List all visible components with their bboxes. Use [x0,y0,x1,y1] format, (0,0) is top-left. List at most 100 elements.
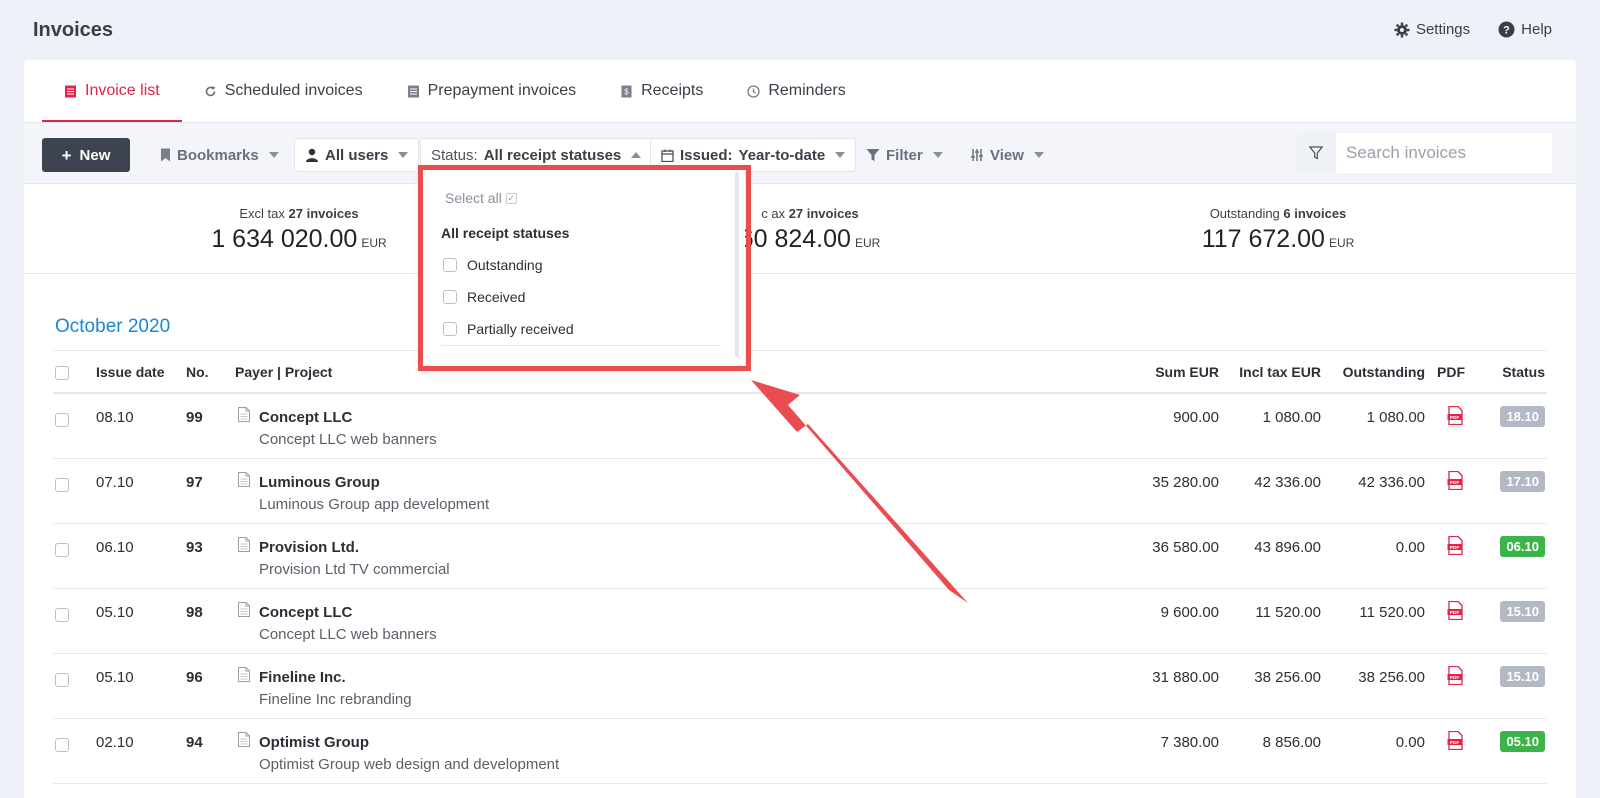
document-icon [238,537,250,552]
header-outstanding[interactable]: Outstanding [1343,364,1425,380]
invoice-number[interactable]: 93 [186,539,203,556]
summary-currency: EUR [361,236,387,250]
search-box [1296,133,1552,173]
payer-project-cell[interactable]: Concept LLC Concept LLC web banners [259,604,437,643]
invoice-number[interactable]: 96 [186,669,203,686]
row-checkbox[interactable] [55,738,69,752]
table-row[interactable]: 07.10 97 Luminous Group Luminous Group app … [53,459,1547,524]
checkbox[interactable] [443,290,457,304]
row-checkbox[interactable] [55,413,69,427]
issued-dropdown[interactable]: Issued: Year-to-date [650,138,857,172]
users-label: All users [325,146,389,164]
invoice-number[interactable]: 97 [186,474,203,491]
table-row[interactable]: 05.10 96 Fineline Inc. Fineline Inc rebrand… [53,654,1547,719]
header-payer-project[interactable]: Payer | Project [235,364,332,380]
table-row[interactable]: 08.10 99 Concept LLC Concept LLC web banner… [53,394,1547,459]
search-input[interactable] [1336,133,1552,173]
pdf-icon[interactable]: PDF [1447,731,1465,750]
pdf-icon[interactable]: PDF [1447,406,1465,425]
tab-label: Reminders [768,82,846,99]
view-dropdown[interactable]: View [960,138,1054,172]
header-no[interactable]: No. [186,364,209,380]
select-all-checkbox[interactable] [55,366,69,380]
tab-prepayment-invoices[interactable]: Prepayment invoices [385,60,599,122]
option-outstanding[interactable]: Outstanding [443,257,543,273]
summary-label: Outstanding [1209,206,1280,221]
header-incl-tax[interactable]: Incl tax EUR [1239,364,1321,380]
dropdown-scrollbar[interactable] [735,172,739,358]
tab-scheduled-invoices[interactable]: Scheduled invoices [182,60,385,122]
status-dropdown[interactable]: Status: All receipt statuses [420,138,653,172]
filter-icon [866,149,880,161]
payer-project-cell[interactable]: Concept LLC Concept LLC web banners [259,409,437,448]
status-badge[interactable]: 15.10 [1500,666,1545,687]
users-dropdown[interactable]: All users [294,138,420,172]
project-name: Concept LLC web banners [259,626,437,643]
funnel-icon[interactable] [1296,133,1336,173]
tab-receipts[interactable]: $ Receipts [598,60,725,122]
row-checkbox[interactable] [55,673,69,687]
summary-amount: 0 824.00 [753,225,851,253]
payer-name[interactable]: Provision Ltd. [259,539,450,556]
status-badge[interactable]: 06.10 [1500,536,1545,557]
row-checkbox[interactable] [55,543,69,557]
tab-reminders[interactable]: Reminders [725,60,867,122]
svg-text:PDF: PDF [1450,675,1460,681]
summary-currency: EUR [1328,236,1355,250]
settings-link[interactable]: Settings [1394,21,1470,38]
invoice-number[interactable]: 94 [186,734,203,751]
project-name: Luminous Group app development [259,496,490,513]
header-status[interactable]: Status [1502,364,1545,380]
table-row[interactable]: 06.10 93 Provision Ltd. Provision Ltd TV co… [53,524,1547,589]
payer-project-cell[interactable]: Optimist Group Optimist Group web design … [259,734,559,773]
checkbox[interactable] [443,258,457,272]
outstanding-value: 11 520.00 [1359,604,1425,621]
payer-name[interactable]: Luminous Group [259,474,489,491]
document-icon [407,85,419,97]
outstanding-value: 0.00 [1395,539,1425,556]
document-icon [238,602,250,617]
table-row[interactable]: 05.10 98 Concept LLC Concept LLC web banner… [53,589,1547,654]
bookmarks-label: Bookmarks [177,146,259,164]
chevron-down-icon [835,152,846,158]
sum-value: 9 600.00 [1160,604,1219,621]
status-badge[interactable]: 15.10 [1500,601,1545,622]
pdf-icon[interactable]: PDF [1447,536,1465,555]
pdf-icon[interactable]: PDF [1447,666,1465,685]
row-checkbox[interactable] [55,478,69,492]
payer-name[interactable]: Optimist Group [259,734,559,751]
help-link[interactable]: ? Help [1498,21,1552,38]
select-all-option[interactable]: Select all ✓ [445,190,517,206]
payer-name[interactable]: Concept LLC [259,604,437,621]
payer-project-cell[interactable]: Provision Ltd. Provision Ltd TV commercia… [259,539,450,578]
status-badge[interactable]: 05.10 [1500,731,1545,752]
checkbox[interactable] [443,322,457,336]
filter-dropdown[interactable]: Filter [856,138,953,172]
tab-invoice-list[interactable]: Invoice list [42,60,182,122]
project-name: Provision Ltd TV commercial [259,561,450,578]
payer-name[interactable]: Fineline Inc. [259,669,412,686]
svg-text:PDF: PDF [1450,415,1460,421]
invoice-number[interactable]: 98 [186,604,203,621]
invoice-number[interactable]: 99 [186,409,203,426]
row-checkbox[interactable] [55,608,69,622]
document-icon [238,732,250,747]
option-partially-received[interactable]: Partially received [443,321,574,337]
status-badge[interactable]: 18.10 [1500,406,1545,427]
payer-name[interactable]: Concept LLC [259,409,437,426]
table-row[interactable]: 02.10 94 Optimist Group Optimist Group web … [53,719,1547,784]
payer-project-cell[interactable]: Fineline Inc. Fineline Inc rebranding [259,669,412,708]
header-sum[interactable]: Sum EUR [1155,364,1219,380]
table-header: Issue date No. Payer | Project Sum EUR I… [53,350,1547,394]
option-received[interactable]: Received [443,289,525,305]
document-icon [238,407,250,422]
status-badge[interactable]: 17.10 [1500,471,1545,492]
bookmarks-dropdown[interactable]: Bookmarks [150,138,289,172]
new-invoice-button[interactable]: + New [42,138,130,172]
header-issue-date[interactable]: Issue date [96,364,164,380]
payer-project-cell[interactable]: Luminous Group Luminous Group app develop… [259,474,489,513]
pdf-icon[interactable]: PDF [1447,601,1465,620]
pdf-icon[interactable]: PDF [1447,471,1465,490]
gear-icon [1394,22,1410,37]
user-icon [306,148,318,162]
